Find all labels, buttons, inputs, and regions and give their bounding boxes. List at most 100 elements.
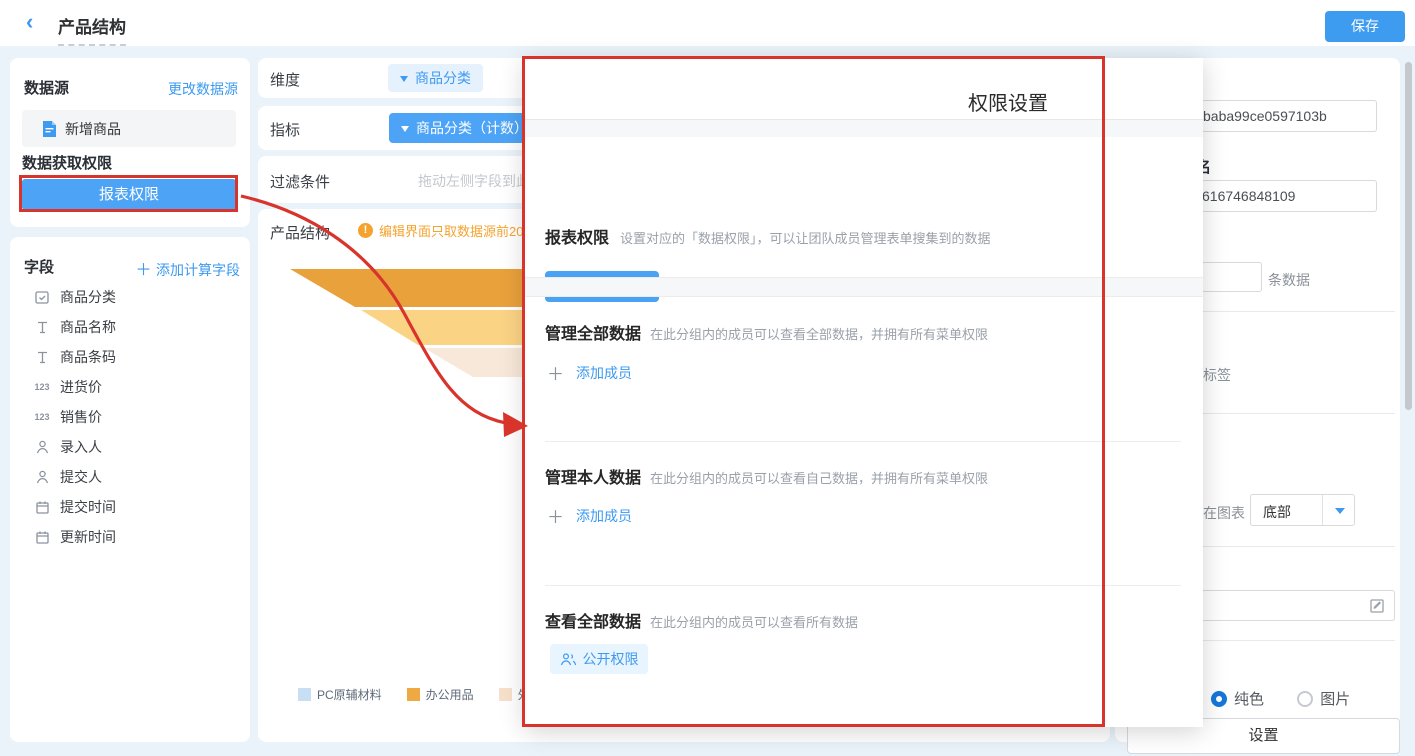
- plus-icon: ＋: [547, 503, 564, 528]
- public-permission-label: 公开权限: [583, 649, 639, 669]
- fields-panel: 字段 ＋ 添加计算字段 商品分类 商品名称 商品条码 123 进货价 123 销…: [10, 237, 250, 742]
- field-item[interactable]: 123 销售价: [32, 406, 102, 428]
- text-icon: [32, 349, 52, 365]
- filter-label: 过滤条件: [270, 171, 330, 192]
- field-item[interactable]: 提交人: [32, 466, 102, 488]
- datasource-panel: 数据源 更改数据源 新增商品 数据获取权限 报表权限: [10, 58, 250, 227]
- modal-divider: [545, 441, 1181, 442]
- field-item[interactable]: 123 进货价: [32, 376, 102, 398]
- field-item[interactable]: 提交时间: [32, 496, 116, 518]
- edit-pencil-icon[interactable]: [1369, 597, 1386, 614]
- field-label: 更新时间: [60, 527, 116, 547]
- add-member-link[interactable]: ＋ 添加成员: [547, 503, 632, 528]
- calendar-icon: [32, 499, 52, 515]
- select-divider: [1322, 495, 1323, 525]
- manage-own-data-desc: 在此分组内的成员可以查看自己数据，并拥有所有菜单权限: [650, 468, 988, 487]
- solid-color-label: 纯色: [1234, 691, 1264, 708]
- category-icon: [32, 289, 52, 305]
- add-member-label: 添加成员: [576, 363, 632, 383]
- metric-chip[interactable]: 商品分类（计数）: [389, 113, 540, 143]
- report-code-value: 616746848109: [1202, 188, 1295, 204]
- legend-label: PC原辅材料: [317, 686, 382, 703]
- modal-title: 权限设置: [968, 87, 1048, 116]
- legend-label: 办公用品: [426, 686, 474, 703]
- number-icon: 123: [32, 409, 52, 425]
- access-heading: 数据获取权限: [22, 152, 112, 173]
- datasource-item[interactable]: 新增商品: [22, 110, 236, 147]
- row-count-suffix: 条数据: [1268, 270, 1310, 290]
- calendar-icon: [32, 529, 52, 545]
- legend-position-select[interactable]: 底部: [1250, 494, 1355, 526]
- field-label: 进货价: [60, 377, 102, 397]
- report-permission-button[interactable]: 报表权限: [22, 179, 236, 210]
- dimension-label: 维度: [270, 69, 300, 90]
- text-icon: [32, 319, 52, 335]
- field-item[interactable]: 更新时间: [32, 526, 116, 548]
- field-label: 录入人: [60, 437, 102, 457]
- back-icon[interactable]: ‹: [26, 11, 48, 33]
- field-label: 提交时间: [60, 497, 116, 517]
- chevron-down-icon: [401, 126, 409, 136]
- solid-color-radio[interactable]: 纯色: [1211, 691, 1264, 708]
- radio-unselected-icon: [1297, 691, 1313, 707]
- view-all-data-desc: 在此分组内的成员可以查看所有数据: [650, 612, 858, 631]
- report-permission-desc: 设置对应的「数据权限」，可以让团队成员管理表单搜集到的数据: [620, 228, 991, 247]
- field-label: 销售价: [60, 407, 102, 427]
- top-bar: ‹ 产品结构 保存: [0, 0, 1415, 46]
- dimension-chip-label: 商品分类: [415, 68, 471, 88]
- field-item[interactable]: 录入人: [32, 436, 102, 458]
- field-label: 提交人: [60, 467, 102, 487]
- field-label: 商品名称: [60, 317, 116, 337]
- field-item[interactable]: 商品名称: [32, 316, 116, 338]
- metric-chip-label: 商品分类（计数）: [416, 118, 528, 138]
- background-type-radios: 纯色 图片: [1211, 688, 1350, 709]
- legend-swatch: [298, 688, 311, 701]
- legend-item: PC原辅材料: [298, 686, 382, 703]
- chevron-down-icon: [1335, 508, 1345, 519]
- dimension-chip[interactable]: 商品分类: [388, 64, 483, 92]
- image-label: 图片: [1320, 691, 1350, 708]
- tag-label: 标签: [1203, 365, 1231, 385]
- image-radio[interactable]: 图片: [1297, 691, 1350, 708]
- plus-icon: ＋: [136, 262, 156, 279]
- field-label: 商品分类: [60, 287, 116, 307]
- legend-swatch: [499, 688, 512, 701]
- metric-label: 指标: [270, 119, 300, 140]
- add-calc-field-link[interactable]: ＋ 添加计算字段: [136, 256, 240, 280]
- manage-own-data-heading: 管理本人数据: [545, 464, 641, 488]
- permission-modal: 权限设置 报表权限 设置对应的「数据权限」，可以让团队成员管理表单搜集到的数据 …: [525, 58, 1203, 727]
- modal-strip: [525, 277, 1203, 297]
- radio-selected-icon: [1211, 691, 1227, 707]
- app-root: ‹ 产品结构 保存 数据源 更改数据源 新增商品 数据获取权限 报表权限 字段 …: [0, 0, 1415, 756]
- datasource-item-label: 新增商品: [65, 119, 121, 139]
- view-all-data-heading: 查看全部数据: [545, 608, 641, 632]
- report-id-value: baba99ce0597103b: [1203, 108, 1327, 124]
- save-button[interactable]: 保存: [1325, 11, 1405, 42]
- page-title: 产品结构: [58, 13, 126, 46]
- legend-position-value: 底部: [1263, 502, 1291, 522]
- manage-all-data-desc: 在此分组内的成员可以查看全部数据，并拥有所有菜单权限: [650, 324, 988, 343]
- document-icon: [42, 121, 57, 137]
- field-item[interactable]: 商品分类: [32, 286, 116, 308]
- number-icon: 123: [32, 379, 52, 395]
- add-member-label: 添加成员: [576, 506, 632, 526]
- public-permission-chip[interactable]: 公开权限: [550, 644, 648, 674]
- field-item[interactable]: 商品条码: [32, 346, 116, 368]
- person-icon: [32, 469, 52, 485]
- modal-divider: [545, 585, 1181, 586]
- datasource-heading: 数据源: [24, 77, 69, 98]
- legend-position-label: 在图表: [1203, 503, 1245, 523]
- add-member-link[interactable]: ＋ 添加成员: [547, 360, 632, 385]
- manage-all-data-heading: 管理全部数据: [545, 320, 641, 344]
- scrollbar-thumb[interactable]: [1405, 62, 1412, 410]
- legend-item: 办公用品: [407, 686, 474, 703]
- report-permission-heading: 报表权限: [545, 224, 609, 248]
- field-label: 商品条码: [60, 347, 116, 367]
- chevron-down-icon: [400, 76, 408, 86]
- plus-icon: ＋: [547, 360, 564, 385]
- legend-swatch: [407, 688, 420, 701]
- change-datasource-link[interactable]: 更改数据源: [168, 79, 238, 99]
- fields-heading: 字段: [24, 256, 54, 277]
- people-icon: [560, 653, 577, 666]
- modal-strip: [525, 119, 1203, 137]
